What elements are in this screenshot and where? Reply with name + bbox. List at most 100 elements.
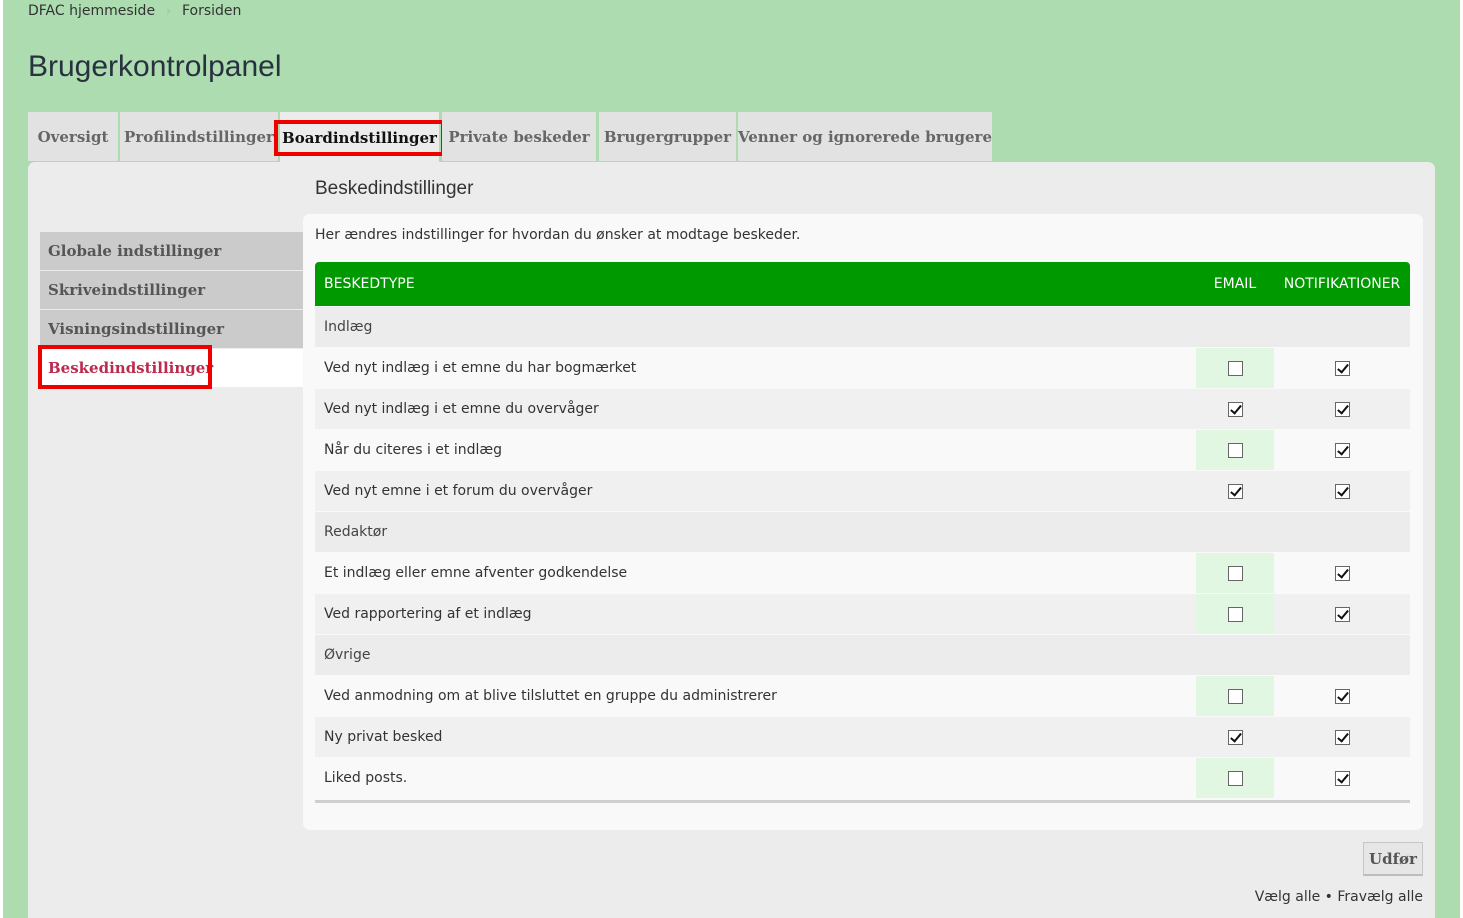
tab-overview[interactable]: Oversigt [28, 112, 118, 161]
page-title: Brugerkontrolpanel [28, 50, 282, 83]
deselect-all-link[interactable]: Fravælg alle [1337, 889, 1423, 905]
notification-checkbox[interactable] [1334, 729, 1350, 745]
notification-cell [1274, 717, 1410, 757]
section-title: Beskedindstillinger [315, 178, 474, 199]
sidebar-item-notification-settings[interactable]: Beskedindstillinger [38, 345, 303, 389]
row-label: Et indlæg eller emne afventer godkendels… [315, 553, 1196, 593]
notification-cell [1274, 594, 1410, 634]
row-label: Ny privat besked [315, 717, 1196, 757]
table-row: Når du citeres i et indlæg [315, 430, 1410, 470]
table-bottom-border [315, 800, 1410, 803]
link-separator: • [1324, 889, 1333, 905]
row-label: Ved nyt indlæg i et emne du overvåger [315, 389, 1196, 429]
tab-label: Profilindstillinger [124, 127, 274, 146]
email-cell [1196, 471, 1274, 511]
email-checkbox[interactable] [1227, 688, 1243, 704]
notification-cell [1274, 430, 1410, 470]
submit-button[interactable]: Udfør [1363, 842, 1423, 876]
control-panel: Globale indstillinger Skriveindstillinge… [28, 162, 1435, 918]
email-checkbox[interactable] [1227, 770, 1243, 786]
notification-checkbox[interactable] [1334, 401, 1350, 417]
tab-profile-settings[interactable]: Profilindstillinger [120, 112, 278, 161]
left-edge [0, 0, 3, 918]
tab-friends-foes[interactable]: Venner og ignorerede brugere [738, 112, 992, 161]
email-checkbox[interactable] [1227, 442, 1243, 458]
table-row: Ved nyt indlæg i et emne du har bogmærke… [315, 348, 1410, 388]
sidebar-menu: Globale indstillinger Skriveindstillinge… [38, 232, 303, 389]
table-group-row: Indlæg [315, 307, 1410, 347]
select-all-link[interactable]: Vælg alle [1255, 889, 1321, 905]
email-cell [1196, 758, 1274, 798]
table-group-row: Redaktør [315, 512, 1410, 552]
breadcrumb-forum-link[interactable]: Forsiden [182, 3, 241, 19]
breadcrumb-home-link[interactable]: DFAC hjemmeside [28, 3, 155, 19]
table-row: Ny privat besked [315, 717, 1410, 757]
notification-cell [1274, 348, 1410, 388]
group-label: Redaktør [315, 512, 1410, 552]
email-checkbox[interactable] [1227, 401, 1243, 417]
email-checkbox[interactable] [1227, 483, 1243, 499]
notification-cell [1274, 471, 1410, 511]
notification-cell [1274, 676, 1410, 716]
table-row: Ved rapportering af et indlæg [315, 594, 1410, 634]
email-cell [1196, 594, 1274, 634]
sidebar-item-posting-settings[interactable]: Skriveindstillinger [40, 271, 303, 309]
notification-checkbox[interactable] [1334, 606, 1350, 622]
notification-checkbox[interactable] [1334, 565, 1350, 581]
tab-label: Private beskeder [448, 127, 590, 146]
breadcrumb-separator: › [166, 4, 171, 18]
tab-private-messages[interactable]: Private beskeder [442, 112, 596, 161]
settings-box: Her ændres indstillinger for hvordan du … [303, 214, 1423, 830]
intro-text: Her ændres indstillinger for hvordan du … [315, 227, 801, 243]
tab-board-settings[interactable]: Boardindstillinger [274, 112, 445, 164]
tab-label: Venner og ignorerede brugere [737, 127, 993, 146]
tab-user-groups[interactable]: Brugergrupper [599, 112, 736, 161]
email-cell [1196, 430, 1274, 470]
notification-checkbox[interactable] [1334, 483, 1350, 499]
table-group-row: Øvrige [315, 635, 1410, 675]
tab-label: Brugergrupper [603, 127, 732, 146]
group-label: Indlæg [315, 307, 1410, 347]
table-row: Et indlæg eller emne afventer godkendels… [315, 553, 1410, 593]
sidebar-item-global-settings[interactable]: Globale indstillinger [40, 232, 303, 270]
email-cell [1196, 389, 1274, 429]
row-label: Når du citeres i et indlæg [315, 430, 1196, 470]
email-cell [1196, 676, 1274, 716]
email-cell [1196, 348, 1274, 388]
notification-cell [1274, 553, 1410, 593]
column-header-email: EMAIL [1196, 262, 1274, 306]
sidebar-item-display-settings[interactable]: Visningsindstillinger [40, 310, 303, 348]
tab-label: Boardindstillinger [274, 120, 445, 156]
highlight-box [38, 345, 212, 389]
notification-checkbox[interactable] [1334, 688, 1350, 704]
email-checkbox[interactable] [1227, 565, 1243, 581]
select-links: Vælg alle • Fravælg alle [1255, 889, 1423, 905]
table-row: Ved anmodning om at blive tilsluttet en … [315, 676, 1410, 716]
email-checkbox[interactable] [1227, 729, 1243, 745]
row-label: Ved nyt indlæg i et emne du har bogmærke… [315, 348, 1196, 388]
email-cell [1196, 717, 1274, 757]
table-row: Ved nyt indlæg i et emne du overvåger [315, 389, 1410, 429]
notification-checkbox[interactable] [1334, 442, 1350, 458]
notification-checkbox[interactable] [1334, 770, 1350, 786]
table-body: Indlæg Ved nyt indlæg i et emne du har bo… [315, 307, 1410, 798]
notification-checkbox[interactable] [1334, 360, 1350, 376]
row-label: Ved nyt emne i et forum du overvåger [315, 471, 1196, 511]
column-header-notifications: NOTIFIKATIONER [1274, 262, 1410, 306]
email-checkbox[interactable] [1227, 360, 1243, 376]
notification-cell [1274, 389, 1410, 429]
email-checkbox[interactable] [1227, 606, 1243, 622]
tab-label: Oversigt [37, 127, 109, 146]
table-row: Liked posts. [315, 758, 1410, 798]
row-label: Ved anmodning om at blive tilsluttet en … [315, 676, 1196, 716]
notification-cell [1274, 758, 1410, 798]
table-row: Ved nyt emne i et forum du overvåger [315, 471, 1410, 511]
breadcrumb: DFAC hjemmeside › Forsiden [28, 3, 241, 19]
column-header-type: BESKEDTYPE [315, 262, 1196, 306]
email-cell [1196, 553, 1274, 593]
table-header: BESKEDTYPE EMAIL NOTIFIKATIONER [315, 262, 1410, 306]
group-label: Øvrige [315, 635, 1410, 675]
notification-table: BESKEDTYPE EMAIL NOTIFIKATIONER Indlæg Ve… [315, 261, 1410, 799]
row-label: Liked posts. [315, 758, 1196, 798]
row-label: Ved rapportering af et indlæg [315, 594, 1196, 634]
